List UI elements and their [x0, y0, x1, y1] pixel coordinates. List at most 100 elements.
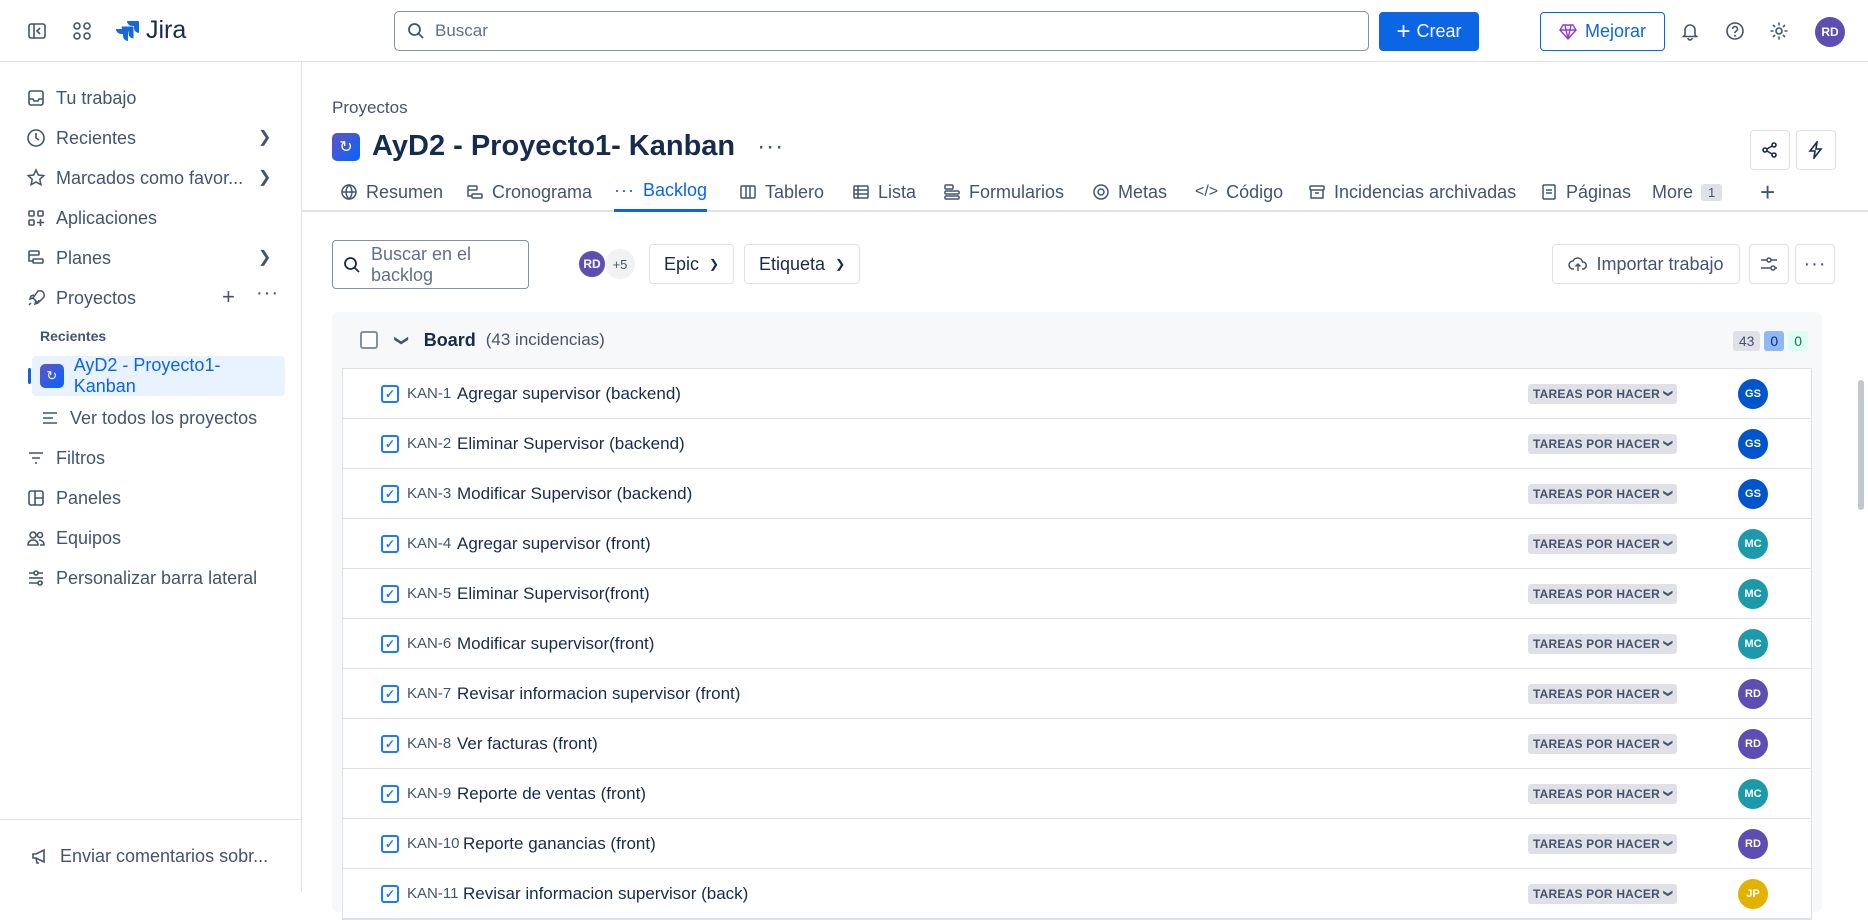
issue-row[interactable]: ✓ KAN-2 Eliminar Supervisor (backend) TAREA…	[343, 419, 1811, 469]
sidebar-item-recientes[interactable]: Recientes	[26, 121, 136, 155]
tab-backlog[interactable]: ··· Backlog	[614, 172, 708, 212]
sidebar-item-personalizar[interactable]: Personalizar barra lateral	[26, 561, 257, 595]
issue-row[interactable]: ✓ KAN-1 Agregar supervisor (backend) TAREAS…	[343, 369, 1811, 419]
automation-lightning-icon[interactable]	[1796, 130, 1836, 170]
issue-key[interactable]: KAN-9	[407, 785, 451, 802]
issue-key[interactable]: KAN-4	[407, 535, 451, 552]
issue-summary[interactable]: Agregar supervisor (backend)	[457, 384, 681, 404]
user-avatar[interactable]: RD	[1815, 17, 1845, 47]
issue-key[interactable]: KAN-5	[407, 585, 451, 602]
select-all-checkbox[interactable]	[360, 331, 378, 349]
status-dropdown[interactable]: TAREAS POR HACER ❯	[1528, 683, 1677, 704]
project-more-options-icon[interactable]: ···	[757, 133, 784, 161]
assignee-avatar[interactable]: MC	[1738, 628, 1768, 659]
sidebar-item-equipos[interactable]: Equipos	[26, 521, 121, 555]
import-work-button[interactable]: Importar trabajo	[1552, 244, 1740, 284]
issue-summary[interactable]: Revisar informacion supervisor (back)	[463, 884, 748, 904]
issue-summary[interactable]: Eliminar Supervisor(front)	[457, 584, 650, 604]
status-dropdown[interactable]: TAREAS POR HACER ❯	[1528, 833, 1677, 854]
tab-formularios[interactable]: Formularios	[943, 172, 1064, 212]
assignee-avatar[interactable]: RD	[1738, 728, 1768, 759]
assignee-avatar[interactable]: MC	[1738, 578, 1768, 609]
more-actions-icon[interactable]: ···	[1795, 244, 1835, 284]
global-search-input[interactable]: Buscar	[394, 11, 1369, 51]
issue-row[interactable]: ✓ KAN-8 Ver facturas (front) TAREAS POR HAC…	[343, 719, 1811, 769]
sidebar-project-ayd2[interactable]: ↻ AyD2 - Proyecto1- Kanban	[28, 355, 285, 396]
jira-logo[interactable]: Jira	[116, 16, 186, 45]
assignee-avatar[interactable]: RD	[1738, 678, 1768, 709]
help-icon[interactable]	[1724, 20, 1746, 42]
sidebar-item-ver-todos[interactable]: Ver todos los proyectos	[40, 401, 257, 435]
issue-summary[interactable]: Revisar informacion supervisor (front)	[457, 684, 740, 704]
send-feedback-button[interactable]: Enviar comentarios sobr...	[30, 839, 268, 873]
issue-summary[interactable]: Reporte ganancias (front)	[463, 834, 656, 854]
add-tab-plus-icon[interactable]: +	[1760, 172, 1775, 212]
add-project-plus-icon[interactable]: +	[222, 284, 235, 310]
settings-gear-icon[interactable]	[1768, 20, 1790, 42]
sidebar-item-filtros[interactable]: Filtros	[26, 441, 105, 475]
sidebar-item-favoritos[interactable]: Marcados como favor...	[26, 161, 243, 195]
upgrade-button[interactable]: Mejorar	[1540, 12, 1665, 51]
sidebar-item-paneles[interactable]: Paneles	[26, 481, 121, 515]
sidebar-toggle-icon[interactable]	[26, 20, 48, 42]
issue-key[interactable]: KAN-8	[407, 735, 451, 752]
status-dropdown[interactable]: TAREAS POR HACER ❯	[1528, 733, 1677, 754]
issue-summary[interactable]: Agregar supervisor (front)	[457, 534, 651, 554]
issue-row[interactable]: ✓ KAN-3 Modificar Supervisor (backend) TARE…	[343, 469, 1811, 519]
issue-key[interactable]: KAN-1	[407, 385, 451, 402]
share-icon[interactable]	[1750, 130, 1790, 170]
issue-summary[interactable]: Reporte de ventas (front)	[457, 784, 646, 804]
notifications-bell-icon[interactable]	[1679, 20, 1701, 42]
more-assignees-badge[interactable]: +5	[605, 249, 635, 279]
tab-lista[interactable]: Lista	[852, 172, 916, 212]
issue-key[interactable]: KAN-10	[407, 835, 460, 852]
issue-row[interactable]: ✓ KAN-7 Revisar informacion supervisor (fr…	[343, 669, 1811, 719]
sidebar-item-aplicaciones[interactable]: Aplicaciones	[26, 201, 157, 235]
tab-tablero[interactable]: Tablero	[739, 172, 824, 212]
sidebar-item-proyectos[interactable]: Proyectos	[26, 281, 136, 315]
tab-paginas[interactable]: Páginas	[1540, 172, 1631, 212]
issue-row[interactable]: ✓ KAN-10 Reporte ganancias (front) TAREAS P…	[343, 819, 1811, 869]
chevron-right-icon[interactable]: ❯	[258, 247, 271, 267]
more-options-icon[interactable]: ···	[256, 282, 279, 305]
chevron-right-icon[interactable]: ❯	[258, 167, 271, 187]
status-dropdown[interactable]: TAREAS POR HACER ❯	[1528, 383, 1677, 404]
status-dropdown[interactable]: TAREAS POR HACER ❯	[1528, 533, 1677, 554]
label-filter-dropdown[interactable]: Etiqueta ❯	[744, 244, 861, 284]
assignee-avatar[interactable]: MC	[1738, 778, 1768, 809]
assignee-avatar[interactable]: GS	[1738, 378, 1768, 409]
app-switcher-icon[interactable]	[71, 20, 93, 42]
issue-key[interactable]: KAN-11	[407, 885, 458, 902]
tab-resumen[interactable]: Resumen	[340, 172, 443, 212]
status-dropdown[interactable]: TAREAS POR HACER ❯	[1528, 583, 1677, 604]
create-button[interactable]: + Crear	[1379, 12, 1479, 51]
issue-key[interactable]: KAN-2	[407, 435, 451, 452]
sidebar-item-tu-trabajo[interactable]: Tu trabajo	[26, 81, 136, 115]
assignee-avatar[interactable]: RD	[1738, 828, 1768, 859]
issue-row[interactable]: ✓ KAN-5 Eliminar Supervisor(front) TAREAS P…	[343, 569, 1811, 619]
issue-summary[interactable]: Modificar Supervisor (backend)	[457, 484, 692, 504]
vertical-scrollbar[interactable]	[1858, 380, 1864, 510]
assignee-avatar[interactable]: MC	[1738, 528, 1768, 559]
issue-summary[interactable]: Ver facturas (front)	[457, 734, 598, 754]
epic-filter-dropdown[interactable]: Epic ❯	[649, 244, 735, 284]
assignee-avatar[interactable]: GS	[1738, 478, 1768, 509]
status-dropdown[interactable]: TAREAS POR HACER ❯	[1528, 633, 1677, 654]
status-dropdown[interactable]: TAREAS POR HACER ❯	[1528, 783, 1677, 804]
backlog-search-input[interactable]: Buscar en el backlog	[332, 240, 529, 289]
tab-more[interactable]: More 1	[1652, 172, 1723, 212]
sidebar-item-planes[interactable]: Planes	[26, 241, 111, 275]
view-settings-icon[interactable]	[1749, 244, 1789, 284]
tab-incidencias-archivadas[interactable]: Incidencias archivadas	[1308, 172, 1516, 212]
issue-summary[interactable]: Eliminar Supervisor (backend)	[457, 434, 685, 454]
tab-metas[interactable]: Metas	[1092, 172, 1167, 212]
issue-row[interactable]: ✓ KAN-4 Agregar supervisor (front) TAREAS P…	[343, 519, 1811, 569]
collapse-chevron-icon[interactable]: ❯	[393, 334, 410, 346]
issue-key[interactable]: KAN-7	[407, 685, 451, 702]
tab-cronograma[interactable]: Cronograma	[466, 172, 592, 212]
status-dropdown[interactable]: TAREAS POR HACER ❯	[1528, 883, 1677, 904]
board-name[interactable]: Board	[424, 330, 476, 351]
status-dropdown[interactable]: TAREAS POR HACER ❯	[1528, 433, 1677, 454]
filter-avatar[interactable]: RD	[577, 249, 607, 279]
status-dropdown[interactable]: TAREAS POR HACER ❯	[1528, 483, 1677, 504]
